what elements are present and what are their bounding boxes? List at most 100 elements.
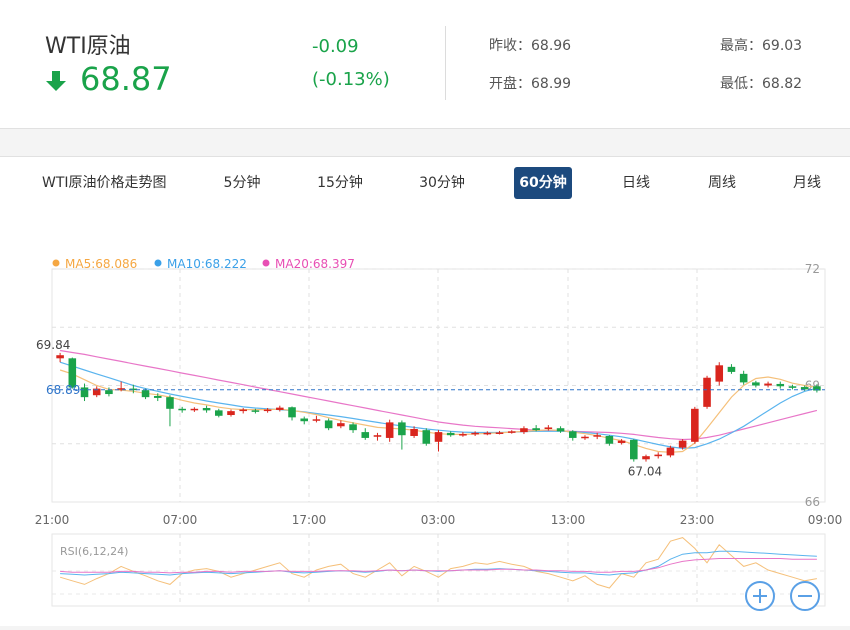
candle (507, 430, 516, 434)
candle (398, 420, 406, 450)
candle (56, 352, 64, 363)
candle (581, 435, 589, 440)
tab-daily[interactable]: 日线 (612, 167, 660, 199)
candle-body (178, 408, 186, 411)
x-tick-label: 09:00 (808, 513, 843, 527)
candle (446, 431, 455, 437)
candle (300, 416, 309, 425)
candle-body (215, 410, 223, 416)
rsi-line (59, 537, 817, 589)
period-tabs: WTI原油价格走势图 5分钟 15分钟 30分钟 60分钟 日线 周线 月线 (0, 156, 850, 210)
tab-weekly[interactable]: 周线 (698, 167, 746, 199)
candle-body (642, 456, 650, 460)
candle-body (166, 397, 174, 409)
zoom-in-button[interactable] (745, 581, 775, 611)
tab-15min[interactable]: 15分钟 (306, 167, 374, 199)
candle-body (703, 377, 711, 407)
low-value: 68.82 (762, 76, 803, 92)
candle (776, 381, 785, 389)
zoom-out-button[interactable] (790, 581, 820, 611)
candle (752, 380, 760, 388)
candle (739, 370, 748, 385)
candle-body (568, 431, 577, 438)
candle-body (471, 432, 479, 435)
last-price: 68.87 (80, 60, 172, 98)
legend-label: MA5:68.086 (65, 257, 137, 271)
current-price-label: 68.89 (46, 383, 80, 397)
price-chart[interactable]: MA5:68.086 MA10:68.222 MA20:68.397 726966 … (0, 209, 850, 626)
instrument-name: WTI原油 (45, 34, 131, 59)
candle (190, 407, 199, 412)
candle-body (556, 428, 565, 432)
candle-body (532, 428, 540, 431)
high-label: 最高： (720, 38, 762, 54)
candle (373, 432, 382, 441)
candle (80, 383, 89, 402)
rsi-label: RSI(6,12,24) (60, 545, 128, 558)
candle (166, 395, 174, 427)
candle-body (251, 410, 260, 412)
candle-body (752, 382, 760, 386)
candle-body (727, 366, 736, 372)
y-tick-label: 72 (805, 262, 820, 276)
candle-body (56, 355, 64, 359)
candle-body (764, 383, 772, 386)
tab-monthly[interactable]: 月线 (783, 167, 831, 199)
chart-title: WTI原油价格走势图 (42, 175, 167, 191)
candle-body (227, 411, 235, 416)
open-value: 68.99 (531, 76, 572, 92)
candle-body (361, 432, 370, 438)
price-change-percent: (-0.13%) (312, 69, 390, 90)
rsi-panel: RSI(6,12,24) (51, 533, 826, 607)
chart-area: MA5:68.086 MA10:68.222 MA20:68.397 72 69 66 … (0, 209, 850, 626)
down-arrow-icon (46, 71, 66, 91)
high-value: 69.03 (762, 38, 803, 54)
candle-body (459, 434, 467, 436)
candle (520, 426, 528, 435)
open-price: 开盘：68.99 (489, 73, 571, 93)
candle-body (654, 454, 662, 457)
x-tick-label: 21:00 (35, 513, 70, 527)
candle (434, 430, 443, 452)
candle-body (276, 407, 284, 410)
x-tick-label: 13:00 (551, 513, 586, 527)
candle (361, 428, 370, 440)
candle-body (630, 439, 638, 460)
candle (276, 405, 284, 412)
candle-body (141, 390, 150, 398)
tab-5min[interactable]: 5分钟 (212, 167, 272, 199)
candle-body (691, 408, 699, 442)
divider (445, 26, 446, 100)
candle-body (495, 432, 504, 434)
candle-body (605, 435, 614, 444)
tab-30min[interactable]: 30分钟 (408, 167, 476, 199)
candle (495, 430, 504, 435)
candle-body (324, 420, 333, 429)
min-price-label: 67.04 (628, 465, 662, 479)
candle-body (373, 435, 382, 437)
candle-body (190, 408, 199, 411)
candle-body (666, 447, 675, 456)
candle (642, 454, 650, 462)
low-price: 最低：68.82 (720, 73, 802, 93)
candle-body (715, 365, 724, 382)
candle-body (300, 418, 309, 422)
x-tick-label: 23:00 (680, 513, 715, 527)
candle-body (263, 409, 272, 412)
candle-body (776, 383, 785, 387)
candle (654, 452, 662, 459)
candle-body (349, 424, 357, 431)
candle-body (617, 440, 626, 443)
legend-label: MA20:68.397 (275, 257, 355, 271)
candle (324, 418, 333, 431)
prev-close: 昨收：68.96 (489, 35, 571, 55)
candle (727, 364, 736, 374)
tab-60min[interactable]: 60分钟 (514, 167, 572, 199)
candle-body (507, 431, 516, 433)
candle (691, 406, 699, 444)
y-tick-label: 66 (805, 495, 820, 509)
low-label: 最低： (720, 76, 762, 92)
candle-body (520, 428, 528, 433)
candle (715, 362, 724, 386)
candle-body (483, 432, 492, 435)
